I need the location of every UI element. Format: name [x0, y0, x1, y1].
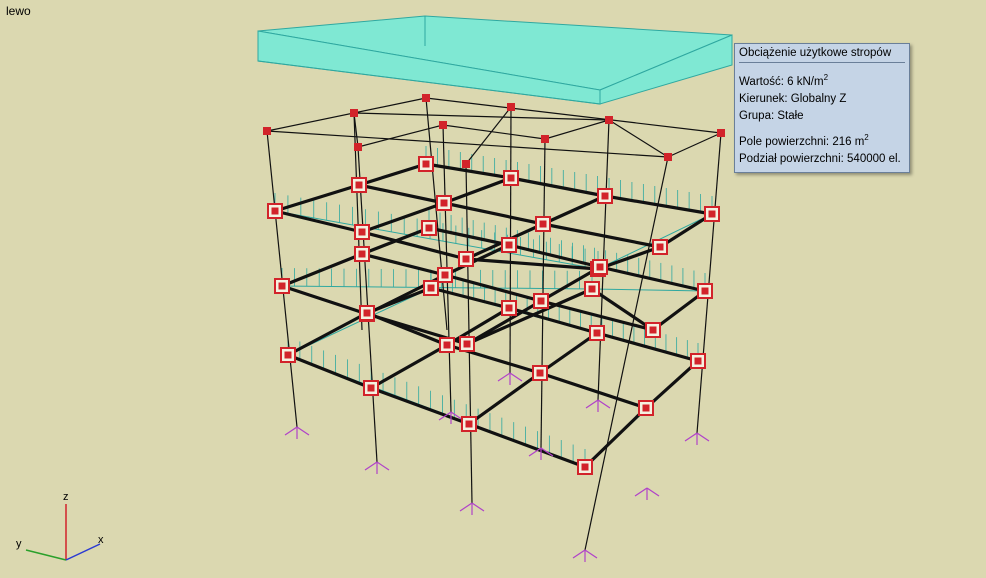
floor-node-core — [440, 199, 448, 207]
floor-beam — [443, 176, 512, 205]
floor-beam — [358, 183, 445, 205]
floor-node-core — [536, 369, 544, 377]
z-axis-label: z — [63, 491, 69, 503]
roof-node — [422, 94, 430, 102]
floor-beam — [358, 162, 427, 187]
roof-node — [462, 160, 470, 168]
floor-node-core — [588, 285, 596, 293]
tooltip-title: Obciążenie użytkowe stropów — [739, 46, 905, 63]
floor-node-core — [355, 181, 363, 189]
floor-node-core — [539, 220, 547, 228]
floor-node-core — [367, 384, 375, 392]
floor-beam — [604, 194, 713, 216]
roof-node — [354, 143, 362, 151]
floor-node-core — [601, 192, 609, 200]
floor-node-core — [358, 250, 366, 258]
support-icon — [284, 426, 310, 439]
floor-beam — [287, 353, 372, 390]
roof-node — [439, 121, 447, 129]
floor-beam — [366, 311, 448, 347]
floor-node-core — [581, 463, 589, 471]
roof-beam — [353, 112, 610, 121]
floor-node-core — [694, 357, 702, 365]
floor-beam — [468, 422, 586, 469]
roof-node — [605, 116, 613, 124]
roof-beam — [465, 106, 512, 165]
floor-node-core — [505, 241, 513, 249]
tooltip-group: Grupa: Stałe — [739, 109, 804, 122]
roof-node — [664, 153, 672, 161]
y-axis-label: y — [16, 538, 22, 550]
floor-beam — [468, 371, 541, 426]
floor-beam — [370, 343, 448, 390]
floor-beam — [274, 209, 363, 234]
floor-beam — [281, 284, 368, 316]
floor-node-core — [701, 287, 709, 295]
floor-node-core — [271, 207, 279, 215]
roof-node — [350, 109, 358, 117]
x-axis-label: x — [98, 534, 104, 546]
support-icon — [364, 461, 390, 474]
roof-beam — [425, 97, 722, 134]
roof-beam — [544, 119, 610, 140]
roof-beam — [667, 132, 722, 158]
tooltip-division: Podział powierzchni: 540000 el. — [739, 152, 901, 165]
floor-node-core — [463, 340, 471, 348]
floor-node-core — [441, 271, 449, 279]
floor-node-core — [649, 326, 657, 334]
floor-load-outline — [286, 287, 699, 468]
floor-beam — [542, 194, 606, 226]
floor-node-core — [507, 174, 515, 182]
floor-beam — [361, 252, 446, 277]
floor-beam — [443, 201, 544, 226]
floor-node-core — [656, 243, 664, 251]
floor-beam — [542, 222, 661, 249]
axis-triad: z y x — [10, 491, 120, 568]
floor-node-core — [505, 304, 513, 312]
support-icon — [459, 502, 485, 515]
support-icon — [585, 399, 611, 412]
3d-viewport[interactable]: lewo Obciążenie użytkowe stropów Wartość… — [0, 0, 986, 578]
floor-node-core — [465, 420, 473, 428]
support-icon — [684, 432, 710, 445]
floor-beam — [539, 331, 598, 375]
floor-beam — [583, 406, 648, 469]
floor-node-core — [363, 309, 371, 317]
floor-beam — [430, 286, 510, 310]
floor-node-core — [425, 224, 433, 232]
floor-node-core — [596, 263, 604, 271]
floor-node-core — [537, 297, 545, 305]
support-icon — [572, 549, 598, 562]
x-axis-icon — [65, 543, 101, 561]
floor-node-core — [642, 404, 650, 412]
floor-beam — [287, 311, 368, 357]
support-icon — [497, 372, 523, 385]
floor-node-core — [462, 255, 470, 263]
tooltip-direction: Kierunek: Globalny Z — [739, 92, 847, 105]
load-tooltip: Obciążenie użytkowe stropów Wartość: 6 k… — [734, 43, 910, 173]
roof-node — [263, 127, 271, 135]
tooltip-value: Wartość: 6 kN/m2 — [739, 73, 829, 88]
floor-node-core — [284, 351, 292, 359]
tooltip-area: Pole powierzchni: 216 m2 — [739, 132, 869, 148]
floor-node-core — [708, 210, 716, 218]
roof-node — [541, 135, 549, 143]
floor-node-core — [422, 160, 430, 168]
floor-beam — [366, 286, 432, 315]
roof-node — [507, 103, 515, 111]
support-icon — [634, 487, 660, 500]
floor-beam — [599, 265, 706, 293]
floor-node-core — [278, 282, 286, 290]
floor-node-core — [358, 228, 366, 236]
y-axis-icon — [25, 549, 67, 561]
floor-beam — [361, 226, 430, 256]
roof-beam — [442, 124, 546, 140]
floor-beam — [510, 176, 606, 198]
floor-node-core — [593, 329, 601, 337]
column-line — [584, 156, 669, 551]
roof-node — [717, 129, 725, 137]
floor-node-core — [443, 341, 451, 349]
floor-node-core — [427, 284, 435, 292]
